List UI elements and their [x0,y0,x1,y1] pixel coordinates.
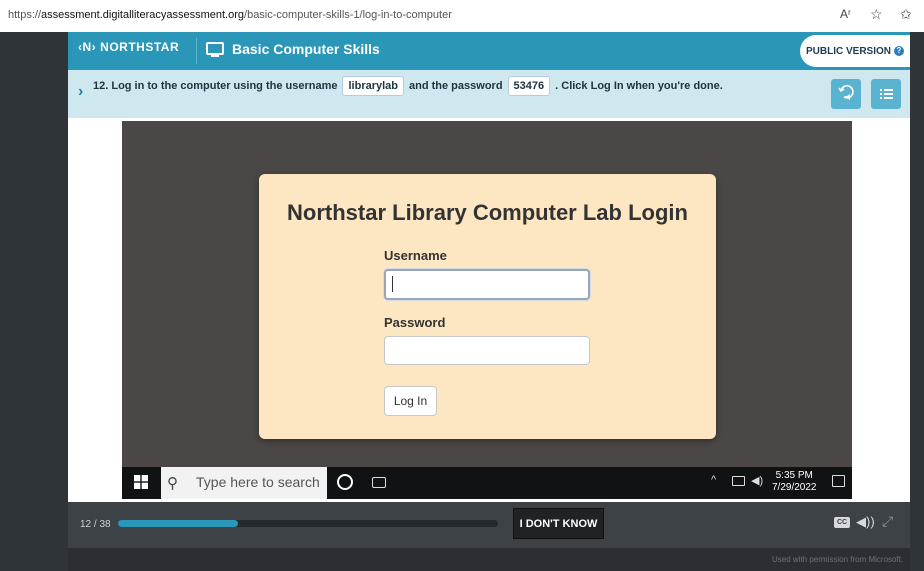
progress-count: 12 / 38 [80,519,111,530]
northstar-header [68,32,910,70]
help-icon: ? [894,46,904,56]
favorites-icon[interactable]: ✩ [900,6,912,23]
volume-control-icon[interactable]: ◀)) [856,514,875,530]
network-icon[interactable] [732,476,745,486]
i-dont-know-button[interactable]: I DON'T KNOW [513,508,604,539]
monitor-icon [206,42,224,63]
password-chip: 53476 [507,76,551,96]
add-favorite-icon[interactable]: ☆ [870,6,883,23]
text-caret [392,276,393,292]
task-list-button[interactable] [871,79,901,109]
notifications-icon[interactable] [832,475,845,487]
address-url[interactable]: https://assessment.digitalliteracyassess… [8,9,452,21]
username-chip: librarylab [342,76,405,96]
url-prefix: https:// [8,9,42,21]
username-input[interactable] [384,269,590,300]
cortana-icon[interactable] [337,474,353,490]
permission-note: Used with permission from Microsoft. [772,555,904,564]
windows-start-icon[interactable] [134,475,148,494]
northstar-logo[interactable]: ‹N› NORTHSTAR [78,40,179,54]
instruction-suffix: . Click Log In when you're done. [555,80,723,92]
hidden-icons-chevron-icon[interactable]: ^ [711,474,716,486]
left-margin [0,32,68,571]
closed-captions-icon[interactable]: CC [834,517,850,528]
clock-time: 5:35 PM [775,470,813,481]
header-divider [196,38,197,64]
expand-chevron-icon[interactable]: › [78,83,83,101]
right-margin [910,32,924,571]
course-title: Basic Computer Skills [232,41,380,57]
taskbar-search-placeholder: Type here to search [196,474,320,490]
logo-text: NORTHSTAR [100,40,180,54]
list-icon [880,89,893,99]
url-domain: assessment.digitalliteracyassessment.org [41,9,245,21]
instruction-middle: and the password [409,80,503,92]
public-version-label: PUBLIC VERSION [805,45,891,57]
password-label: Password [384,315,446,330]
task-view-icon[interactable] [372,477,386,488]
username-label: Username [384,248,447,263]
taskbar-clock[interactable]: 5:35 PM 7/29/2022 [772,470,817,494]
instruction-prefix: 12. Log in to the computer using the use… [93,80,338,92]
replay-audio-icon [838,84,854,100]
url-path: /basic-computer-skills-1/log-in-to-compu… [244,9,452,21]
login-button[interactable]: Log In [384,386,437,416]
volume-icon[interactable]: ◀) [751,474,763,487]
progress-fill [118,520,238,527]
northstar-compass-icon: ‹N› [78,40,97,54]
fullscreen-icon[interactable]: ⤢ [882,513,893,530]
instruction-text: 12. Log in to the computer using the use… [93,76,723,96]
clock-date: 7/29/2022 [772,482,817,493]
read-aloud-icon[interactable]: Aʳ [840,7,851,21]
public-version-button[interactable]: PUBLIC VERSION? [800,35,910,67]
replay-audio-button[interactable] [831,79,861,109]
login-title: Northstar Library Computer Lab Login [287,200,688,225]
search-icon: ⚲ [167,475,178,492]
password-input[interactable] [384,336,590,365]
